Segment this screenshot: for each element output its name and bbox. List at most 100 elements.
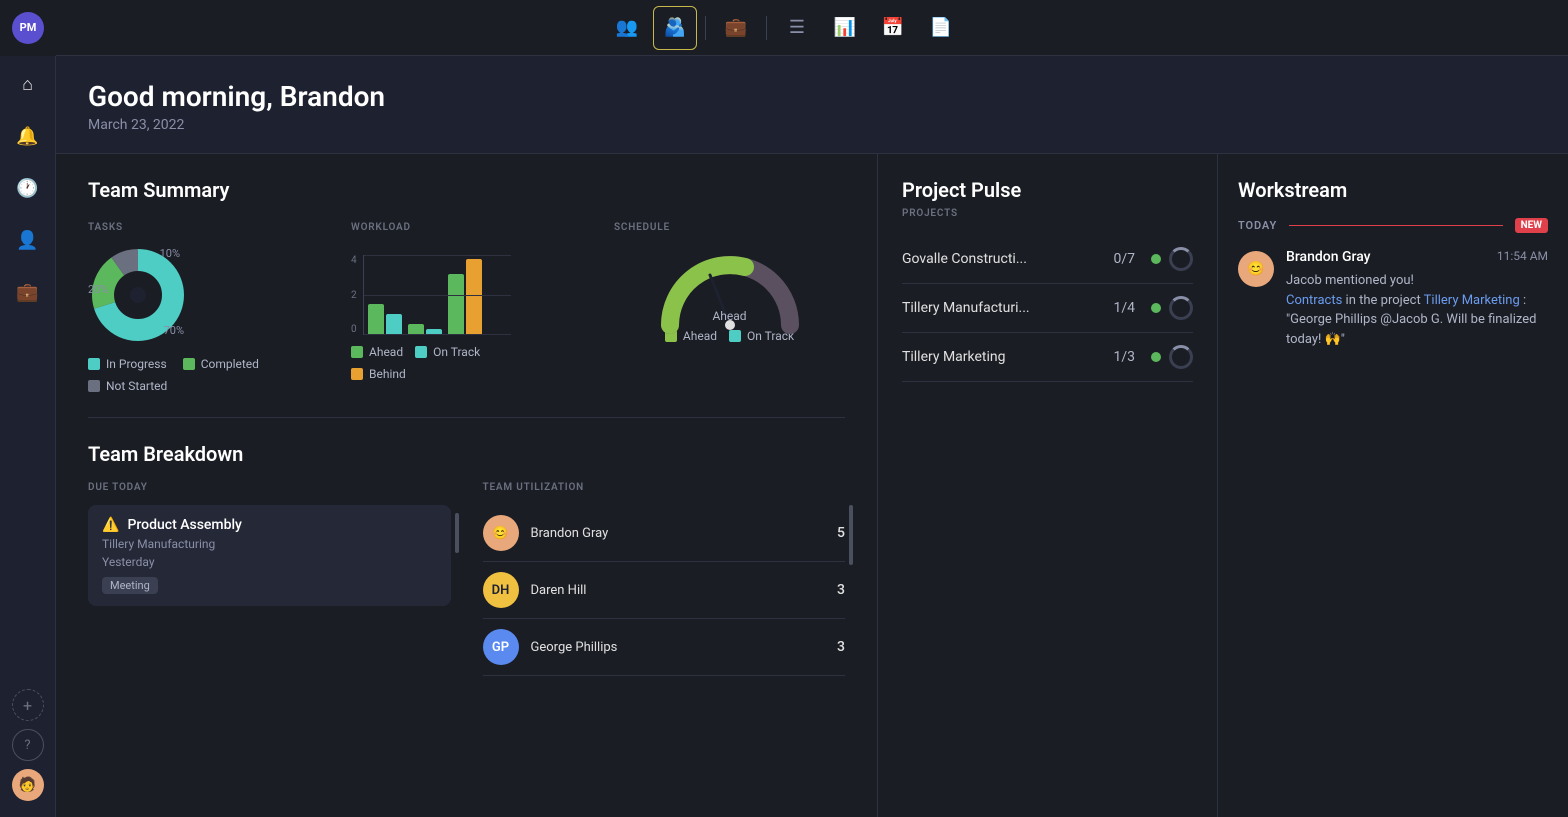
- workload-block: WORKLOAD 4 2 0: [351, 222, 582, 393]
- project-loader-3: [1169, 345, 1193, 369]
- legend-completed-label: Completed: [201, 357, 259, 371]
- project-loader-1: [1169, 247, 1193, 271]
- top-nav-document[interactable]: 📄: [919, 6, 963, 50]
- ws-link-tillery[interactable]: Tillery Marketing: [1424, 293, 1520, 308]
- sidebar-item-notifications[interactable]: 🔔: [8, 116, 48, 156]
- top-nav-divider-2: [766, 16, 767, 40]
- workload-label: WORKLOAD: [351, 222, 582, 233]
- util-item-brandon[interactable]: 😊 Brandon Gray 5: [483, 505, 846, 562]
- on-track-label: On Track: [433, 345, 480, 359]
- alert-icon: ⚠️: [102, 517, 119, 533]
- gauge-wrap: Ahead: [655, 245, 805, 325]
- metrics-row: TASKS: [88, 222, 845, 393]
- project-count-2: 1/4: [1113, 300, 1135, 316]
- on-track-dot: [415, 346, 427, 358]
- sidebar-help-button[interactable]: ?: [12, 729, 44, 761]
- ws-time-1: 11:54 AM: [1497, 249, 1548, 263]
- page-header: Good morning, Brandon March 23, 2022: [56, 56, 1568, 154]
- project-row-1[interactable]: Govalle Constructi... 0/7: [902, 235, 1193, 284]
- ahead-dot: [351, 346, 363, 358]
- ahead-label: Ahead: [369, 345, 403, 359]
- pie-chart: 10% 20% 70%: [88, 245, 188, 345]
- app-logo[interactable]: PM: [0, 0, 56, 56]
- y-axis: 4 2 0: [351, 255, 357, 335]
- sidebar-item-clock[interactable]: 🕐: [8, 168, 48, 208]
- columns: Team Summary TASKS: [56, 154, 1568, 817]
- george-count: 3: [837, 639, 845, 655]
- gauge-container: Ahead Ahead On Track: [614, 245, 845, 343]
- section-divider: [88, 417, 845, 418]
- not-started-dot: [88, 380, 100, 392]
- team-breakdown-title: Team Breakdown: [88, 442, 845, 466]
- schedule-label: SCHEDULE: [614, 222, 845, 233]
- bar-chart-area: [363, 255, 511, 335]
- project-row-2[interactable]: Tillery Manufacturi... 1/4: [902, 284, 1193, 333]
- gauge-label-ahead: Ahead: [712, 309, 746, 323]
- tasks-legend: In Progress Completed Not Started: [88, 357, 319, 393]
- ws-mentioned: Jacob mentioned you!: [1286, 273, 1414, 288]
- bar-chart: 4 2 0: [351, 245, 511, 335]
- due-today-label: DUE TODAY: [88, 482, 451, 493]
- project-dot-2: [1151, 303, 1161, 313]
- legend-not-started-label: Not Started: [106, 379, 167, 393]
- top-nav-chart[interactable]: 📊: [823, 6, 867, 50]
- legend-on-track: On Track: [415, 345, 480, 359]
- due-item-sub1: Tillery Manufacturing: [102, 537, 437, 551]
- top-nav-list[interactable]: ☰: [775, 6, 819, 50]
- due-scrollbar: [455, 505, 459, 606]
- bar-chart-wrap: 4 2 0: [351, 245, 511, 381]
- brandon-count: 5: [837, 525, 845, 541]
- util-item-daren[interactable]: DH Daren Hill 3: [483, 562, 846, 619]
- project-name-3: Tillery Marketing: [902, 349, 1105, 365]
- due-item-1[interactable]: ⚠️ Product Assembly Tillery Manufacturin…: [88, 505, 451, 606]
- ws-name-1: Brandon Gray: [1286, 249, 1371, 265]
- avatar-brandon: 😊: [483, 515, 519, 551]
- sidebar-item-home[interactable]: ⌂: [8, 64, 48, 104]
- today-label: TODAY: [1238, 219, 1277, 232]
- page-date: March 23, 2022: [88, 117, 1536, 133]
- ws-avatar-brandon: 😊: [1238, 251, 1274, 287]
- workstream-item-1: 😊 Brandon Gray 11:54 AM Jacob mentioned …: [1238, 249, 1548, 349]
- avatar-daren: DH: [483, 572, 519, 608]
- project-row-3[interactable]: Tillery Marketing 1/3: [902, 333, 1193, 382]
- bar-ahead-1: [368, 304, 384, 334]
- bar-ahead-2: [408, 324, 424, 334]
- top-nav-divider-1: [705, 16, 706, 40]
- pie-label-70: 70%: [164, 324, 184, 337]
- project-dot-3: [1151, 352, 1161, 362]
- grid-line-bot: [364, 334, 511, 335]
- project-pulse-column: Project Pulse PROJECTS Govalle Construct…: [878, 154, 1218, 817]
- legend-in-progress-label: In Progress: [106, 357, 167, 371]
- completed-dot: [183, 358, 195, 370]
- due-today-col: DUE TODAY ⚠️ Product Assembly Tillery Ma…: [88, 482, 451, 676]
- daren-name: Daren Hill: [531, 583, 826, 598]
- left-column: Team Summary TASKS: [56, 154, 878, 817]
- today-line: [1289, 225, 1502, 226]
- due-item-name: Product Assembly: [127, 517, 241, 533]
- legend-not-started: Not Started: [88, 379, 167, 393]
- pie-label-10: 10%: [160, 247, 180, 260]
- sidebar-item-people[interactable]: 👤: [8, 220, 48, 260]
- bar-behind-3: [466, 259, 482, 334]
- sidebar-add-button[interactable]: +: [12, 689, 44, 721]
- pie-label-20: 20%: [88, 283, 108, 296]
- team-summary-title: Team Summary: [88, 178, 845, 202]
- page-title: Good morning, Brandon: [88, 80, 1536, 113]
- sidebar: ⌂ 🔔 🕐 👤 💼 + ? 🧑: [0, 0, 56, 817]
- util-scrollbar: [849, 505, 853, 676]
- main-content: Good morning, Brandon March 23, 2022 Tea…: [56, 56, 1568, 817]
- schedule-block: SCHEDULE: [614, 222, 845, 393]
- util-item-george[interactable]: GP George Phillips 3: [483, 619, 846, 676]
- sidebar-item-briefcase[interactable]: 💼: [8, 272, 48, 312]
- new-badge: NEW: [1515, 218, 1548, 233]
- top-nav-people[interactable]: 👥: [605, 6, 649, 50]
- tasks-label: TASKS: [88, 222, 319, 233]
- ws-link-contracts[interactable]: Contracts: [1286, 293, 1342, 308]
- top-nav-briefcase[interactable]: 💼: [714, 6, 758, 50]
- behind-label: Behind: [369, 367, 406, 381]
- top-nav-items: 👥 🫂 💼 ☰ 📊 📅 📄: [605, 6, 963, 50]
- sidebar-user-avatar[interactable]: 🧑: [12, 769, 44, 801]
- top-nav-team[interactable]: 🫂: [653, 6, 697, 50]
- top-nav-calendar[interactable]: 📅: [871, 6, 915, 50]
- content-area: Good morning, Brandon March 23, 2022 Tea…: [56, 56, 1568, 817]
